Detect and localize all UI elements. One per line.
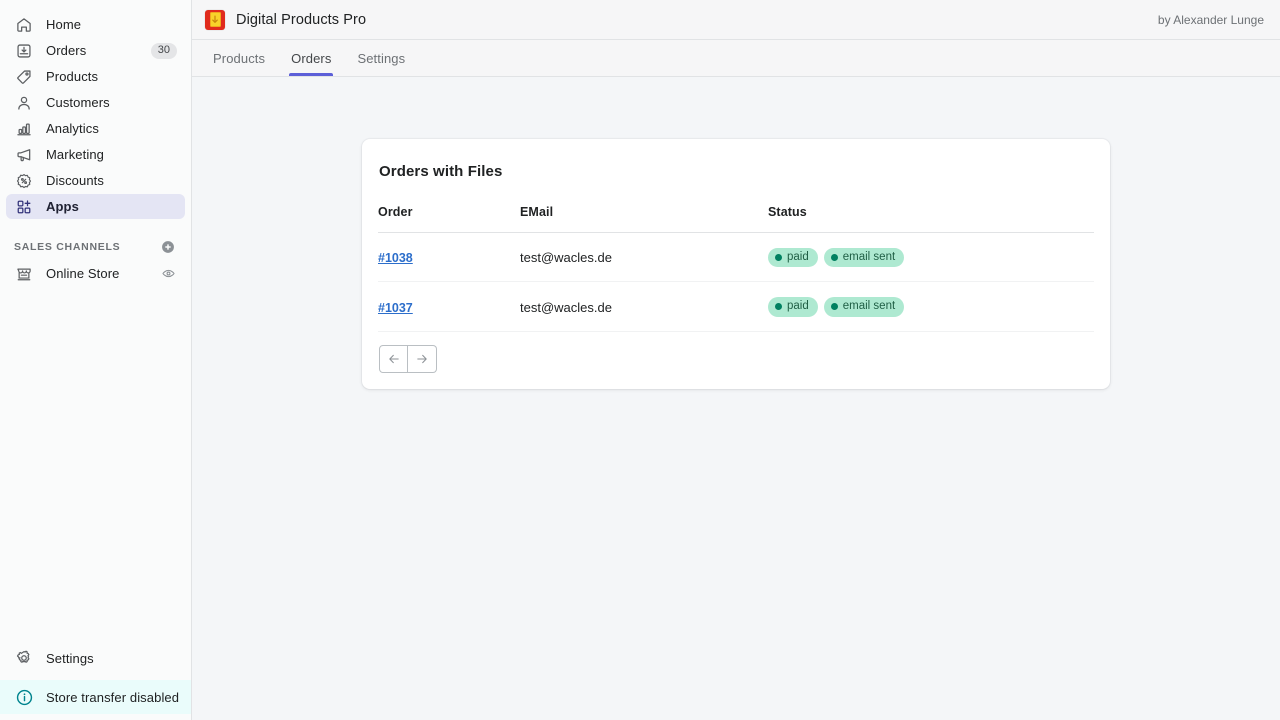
- plus-circle-icon[interactable]: [159, 238, 177, 256]
- sidebar-item-settings[interactable]: Settings: [6, 644, 185, 672]
- sidebar-item-label: Orders: [46, 43, 87, 58]
- orders-table-head: Order EMail Status: [378, 205, 1094, 233]
- column-header-status: Status: [768, 205, 1094, 233]
- tab-label: Products: [213, 50, 266, 66]
- table-row: #1037 test@wacles.de paid email sent: [378, 281, 1094, 332]
- store-transfer-notice[interactable]: Store transfer disabled: [0, 680, 191, 714]
- app-tab-bar: Products Orders Settings: [192, 40, 1280, 77]
- sidebar-item-label: Online Store: [46, 266, 120, 281]
- sidebar-item-products[interactable]: Products: [6, 64, 185, 89]
- sidebar-item-label: Analytics: [46, 121, 99, 136]
- digital-products-pro-app-icon: [205, 9, 225, 30]
- pagination-button-group: [379, 344, 437, 373]
- cell-email: test@wacles.de: [520, 281, 768, 332]
- orders-table-body: #1038 test@wacles.de paid email sent #10…: [378, 232, 1094, 332]
- sales-channels-title: SALES CHANNELS: [14, 241, 121, 253]
- sidebar-item-marketing[interactable]: Marketing: [6, 142, 185, 167]
- sidebar: Home Orders 30 Products Customers Analyt…: [0, 0, 192, 720]
- status-badge: paid: [768, 248, 818, 268]
- cell-status: paid email sent: [768, 281, 1094, 332]
- status-badge-label: email sent: [842, 251, 896, 263]
- table-header-row: Order EMail Status: [378, 205, 1094, 233]
- orders-with-files-card: Orders with Files Order EMail Status #10…: [362, 139, 1110, 389]
- app-byline: by Alexander Lunge: [1157, 12, 1264, 27]
- status-badge-label: email sent: [842, 300, 896, 313]
- tab-label: Settings: [357, 50, 406, 66]
- sidebar-item-home[interactable]: Home: [6, 12, 185, 37]
- sidebar-item-label: Customers: [46, 95, 110, 110]
- order-link[interactable]: #1038: [378, 251, 413, 265]
- online-store-icon: [14, 264, 34, 284]
- card-title: Orders with Files: [379, 163, 503, 180]
- sidebar-item-label: Apps: [46, 199, 79, 214]
- page-title: Digital Products Pro: [236, 11, 367, 28]
- column-header-order: Order: [378, 205, 520, 233]
- status-dot-icon: [775, 303, 782, 311]
- sidebar-item-discounts[interactable]: Discounts: [6, 168, 185, 193]
- marketing-megaphone-icon: [14, 145, 34, 165]
- sidebar-item-apps[interactable]: Apps: [6, 194, 185, 219]
- discounts-percent-icon: [14, 171, 34, 191]
- store-transfer-notice-label: Store transfer disabled: [46, 689, 180, 705]
- arrow-left-icon: [387, 352, 401, 366]
- main-area: Digital Products Pro by Alexander Lunge …: [192, 0, 1280, 720]
- tab-label: Orders: [291, 50, 332, 66]
- sales-channels-section-header: SALES CHANNELS: [6, 235, 185, 259]
- table-row: #1038 test@wacles.de paid email sent: [378, 232, 1094, 283]
- sidebar-item-online-store[interactable]: Online Store: [6, 261, 185, 286]
- sidebar-item-analytics[interactable]: Analytics: [6, 116, 185, 141]
- status-dot-icon: [830, 303, 838, 311]
- cell-status: paid email sent: [768, 232, 1094, 283]
- customers-icon: [14, 93, 34, 113]
- cell-email: test@wacles.de: [520, 232, 768, 283]
- status-badges: paid email sent: [768, 297, 1094, 317]
- products-tag-icon: [14, 67, 34, 87]
- app-root: Home Orders 30 Products Customers Analyt…: [0, 0, 1280, 720]
- sidebar-item-orders[interactable]: Orders 30: [6, 38, 185, 63]
- tab-orders[interactable]: Orders: [278, 40, 344, 76]
- status-dot-icon: [775, 253, 782, 261]
- sidebar-footer: Settings Store transfer disabled: [0, 644, 191, 720]
- app-topbar: Digital Products Pro by Alexander Lunge: [192, 0, 1280, 40]
- sidebar-item-label: Home: [46, 17, 82, 32]
- tab-settings[interactable]: Settings: [344, 40, 418, 76]
- pagination-previous-button[interactable]: [379, 344, 408, 373]
- arrow-right-icon: [415, 352, 429, 366]
- status-badges: paid email sent: [768, 248, 1094, 268]
- eye-icon[interactable]: [159, 265, 177, 283]
- pagination-next-button[interactable]: [408, 344, 437, 373]
- cell-order: #1037: [378, 281, 520, 332]
- cell-order: #1038: [378, 232, 520, 283]
- sidebar-primary-nav: Home Orders 30 Products Customers Analyt…: [0, 0, 191, 287]
- status-badge: paid: [768, 297, 818, 317]
- gear-icon: [14, 648, 34, 668]
- home-icon: [14, 15, 34, 35]
- apps-grid-icon: [14, 197, 34, 217]
- sidebar-item-label: Products: [46, 69, 99, 84]
- sidebar-item-label: Discounts: [46, 173, 104, 188]
- status-badge-label: paid: [787, 300, 809, 313]
- order-link[interactable]: #1037: [378, 301, 413, 315]
- pagination: [378, 332, 1094, 389]
- content-region: Orders with Files Order EMail Status #10…: [192, 77, 1280, 720]
- info-circle-icon: [14, 687, 34, 707]
- status-dot-icon: [830, 253, 838, 261]
- analytics-icon: [14, 119, 34, 139]
- orders-count-badge: 30: [150, 42, 177, 59]
- tab-products[interactable]: Products: [200, 40, 278, 76]
- sidebar-item-label: Settings: [46, 650, 94, 666]
- sidebar-item-label: Marketing: [46, 147, 104, 162]
- sidebar-item-customers[interactable]: Customers: [6, 90, 185, 115]
- status-badge: email sent: [823, 248, 905, 268]
- status-badge: email sent: [823, 297, 905, 317]
- column-header-email: EMail: [520, 205, 768, 233]
- orders-icon: [14, 41, 34, 61]
- orders-table: Order EMail Status #1038 test@wacles.de: [378, 205, 1094, 332]
- status-badge-label: paid: [787, 251, 809, 263]
